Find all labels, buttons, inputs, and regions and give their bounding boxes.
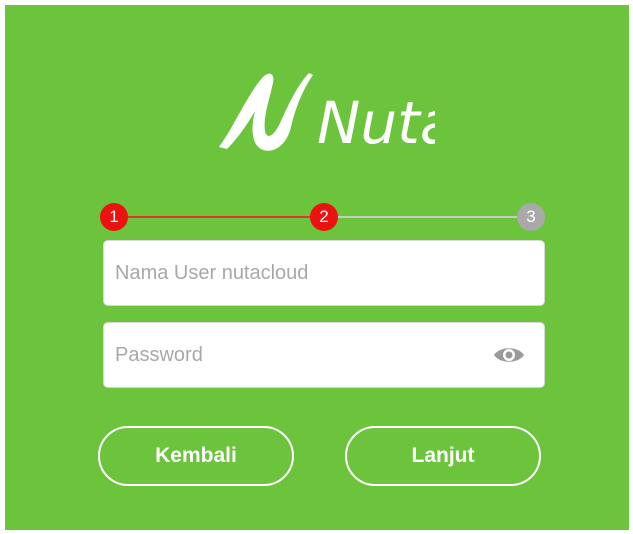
stepper-line-completed: [120, 216, 330, 218]
step-1-indicator: 1: [100, 203, 128, 231]
stepper-line-pending: [330, 216, 530, 218]
login-panel: Nuta 1 2 3 Kembali Lanjut: [5, 5, 629, 530]
eye-icon[interactable]: [492, 343, 526, 367]
step-2-indicator: 2: [310, 203, 338, 231]
nuta-logo-mark: Nuta: [219, 73, 435, 157]
progress-stepper: 1 2 3: [100, 203, 545, 231]
password-field[interactable]: [103, 322, 545, 388]
username-input[interactable]: [115, 241, 475, 305]
step-3-indicator: 3: [517, 203, 545, 231]
next-button[interactable]: Lanjut: [345, 426, 541, 486]
nuta-logo: Nuta: [213, 65, 435, 157]
logo-wordmark: Nuta: [317, 89, 435, 157]
username-field[interactable]: [103, 240, 545, 306]
back-button[interactable]: Kembali: [98, 426, 294, 486]
password-input[interactable]: [115, 323, 475, 387]
